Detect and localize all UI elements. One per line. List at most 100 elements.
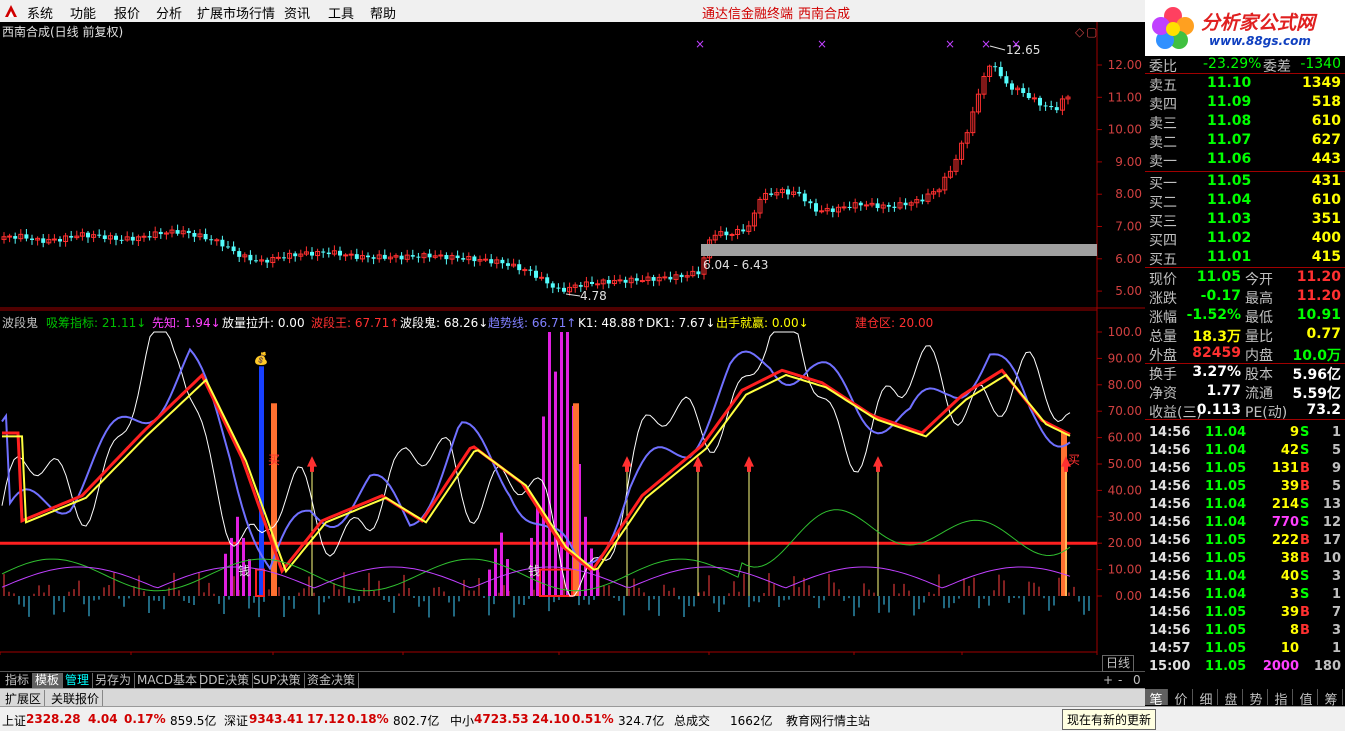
- indicator-tick-label: 50.00: [1108, 457, 1142, 471]
- candle-down: [13, 236, 18, 239]
- extension-tab[interactable]: 扩展区: [2, 690, 46, 707]
- detail-tab[interactable]: 盘: [1220, 689, 1243, 708]
- stat-value: 73.2: [1306, 402, 1341, 418]
- buy-level-label: 买二: [1149, 195, 1177, 211]
- stat-label: 最高: [1245, 291, 1273, 307]
- tick-time: 14:56: [1149, 515, 1191, 530]
- candle-down: [634, 278, 639, 281]
- candle-down: [461, 258, 466, 260]
- indicator-tab[interactable]: 另存为: [92, 673, 136, 688]
- candle-down: [528, 269, 533, 271]
- sell-price: 11.07: [1207, 132, 1252, 148]
- period-button[interactable]: 日线: [1102, 655, 1135, 672]
- indicator-tab[interactable]: DDE决策: [196, 673, 254, 688]
- sell-row: 卖四 11.09 518: [1145, 93, 1345, 113]
- indicator-tick-label: 80.00: [1108, 378, 1142, 392]
- tick-row: 14:56 11.05 131 B 9: [1145, 460, 1345, 478]
- menu-help[interactable]: 帮助: [370, 3, 396, 22]
- buy-level-label: 买五: [1149, 252, 1177, 268]
- indicator-legend-item: 波段王: 67.71↑: [311, 315, 399, 330]
- candle-down: [1026, 93, 1031, 99]
- extension-tab[interactable]: 关联报价: [48, 690, 104, 707]
- indicator-tick-label: 0.00: [1115, 589, 1142, 603]
- zoom-reset-button[interactable]: 0: [1130, 673, 1144, 688]
- indicator-tick-label: 40.00: [1108, 483, 1142, 497]
- tick-price: 11.04: [1205, 497, 1247, 512]
- candle-down: [506, 263, 510, 266]
- candle-down: [875, 203, 880, 209]
- indicator-legend-item: 趋势线: 66.71↑: [488, 316, 576, 330]
- indicator-tab[interactable]: 指标: [2, 673, 34, 688]
- detail-tab[interactable]: 值: [1295, 689, 1318, 708]
- tick-volume: 2000: [1262, 659, 1299, 674]
- indicator-tab[interactable]: 管理: [62, 673, 94, 688]
- update-tooltip[interactable]: 现在有新的更新: [1062, 709, 1157, 730]
- candle-down: [892, 206, 897, 208]
- detail-tab[interactable]: 细: [1195, 689, 1218, 708]
- tick-count: 1: [1331, 587, 1341, 602]
- indicator-legend-item: DK1: 7.67↓: [646, 316, 715, 330]
- price-tick-label: 10.00: [1108, 123, 1142, 137]
- detail-tab[interactable]: 价: [1170, 689, 1193, 708]
- tick-volume: 40: [1280, 569, 1299, 584]
- candle-down: [354, 254, 359, 259]
- indicator-tab[interactable]: 资金决策: [304, 673, 360, 688]
- sell-row: 卖五 11.10 1349: [1145, 74, 1345, 94]
- tick-row: 14:56 11.05 39 B 7: [1145, 604, 1345, 622]
- price-tick-label: 8.00: [1115, 187, 1142, 201]
- candle-down: [802, 193, 807, 202]
- candle-down: [545, 277, 550, 284]
- indicator-tick-label: 60.00: [1108, 431, 1142, 445]
- indicator-tabs: 指标 模板 管理 另存为 MACD基本 DDE决策 SUP决策 资金决策 + -0 日线: [0, 655, 1145, 689]
- tick-volume: 42: [1280, 443, 1299, 458]
- zoom-out-button[interactable]: -: [1115, 673, 1125, 688]
- brand-banner: 分析家公式网 www.88gs.com: [1145, 0, 1345, 56]
- candle-down: [1010, 83, 1014, 90]
- tick-price: 11.04: [1205, 587, 1247, 602]
- candle-down: [830, 208, 835, 212]
- sell-level-label: 卖五: [1149, 78, 1177, 94]
- buy-row: 买三 11.03 351: [1145, 210, 1345, 230]
- menu-news[interactable]: 资讯: [284, 3, 310, 22]
- detail-tab[interactable]: 筹: [1320, 689, 1343, 708]
- stat-label: 量比: [1245, 329, 1273, 345]
- chart-area[interactable]: 西南合成(日线 前复权) ◇ ▢ 12.00 11.00 10.00 9.00 8.00 7.0…: [0, 22, 1145, 655]
- candle-down: [724, 231, 729, 236]
- indicator-legend-item: 建仓区: 20.00: [855, 316, 933, 330]
- sell-price: 11.09: [1207, 94, 1252, 110]
- tick-side: B: [1300, 533, 1310, 548]
- detail-tab[interactable]: 笔: [1145, 689, 1168, 708]
- tick-count: 9: [1331, 461, 1341, 476]
- candle-down: [86, 232, 90, 238]
- menu-quote[interactable]: 报价: [114, 3, 140, 22]
- zoom-in-button[interactable]: +: [1100, 673, 1116, 688]
- tick-volume: 9: [1289, 425, 1299, 440]
- indicator-tab[interactable]: SUP决策: [250, 673, 305, 688]
- menu-function[interactable]: 功能: [70, 3, 96, 22]
- stat-row: 涨幅 -1.52% 最低 10.91: [1145, 306, 1345, 326]
- candle-down: [220, 239, 225, 247]
- detail-tab[interactable]: 指: [1270, 689, 1293, 708]
- tick-row: 14:56 11.05 222 B 17: [1145, 532, 1345, 550]
- candle-up: [595, 283, 601, 286]
- stat-value: -1.52%: [1186, 307, 1241, 323]
- tick-side: S: [1300, 587, 1310, 602]
- candle-down: [1054, 107, 1059, 111]
- stat-label: 换手: [1149, 367, 1177, 383]
- panel-separator: [1145, 73, 1345, 74]
- candle-down: [668, 276, 673, 280]
- menu-extended-market[interactable]: 扩展市场行情: [197, 3, 275, 22]
- detail-tab[interactable]: 势: [1245, 689, 1268, 708]
- tick-row: 14:56 11.05 39 B 5: [1145, 478, 1345, 496]
- stat-row: 净资 1.77 流通 5.59亿: [1145, 382, 1345, 402]
- station-name[interactable]: 教育网行情主站: [786, 712, 870, 729]
- menu-analysis[interactable]: 分析: [156, 3, 182, 22]
- indicator-tab[interactable]: 模板: [32, 673, 64, 688]
- candle-down: [427, 253, 432, 258]
- candle-down: [282, 257, 286, 259]
- menu-system[interactable]: 系统: [27, 3, 53, 22]
- accumulation-bar: [560, 332, 563, 596]
- indicator-tab[interactable]: MACD基本: [134, 673, 201, 688]
- menu-tools[interactable]: 工具: [328, 3, 354, 22]
- stat-value: 5.59亿: [1292, 386, 1341, 402]
